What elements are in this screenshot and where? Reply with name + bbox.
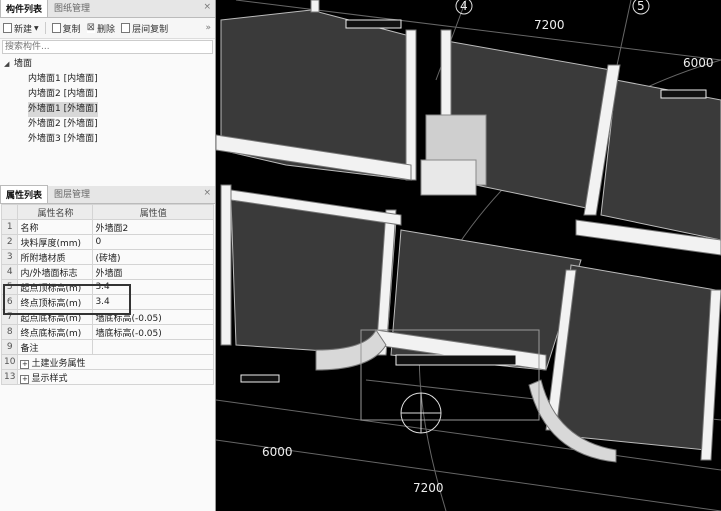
floor-plan-drawing: 4 5 7200 6000 6000 7200 <box>216 0 721 511</box>
component-toolbar: 新建 ▼ 复制 ⊠ 删除 层间复制 » <box>0 18 215 39</box>
copy-icon <box>51 23 61 33</box>
tab-component-list[interactable]: 构件列表 <box>0 0 49 17</box>
row-number-header <box>0 204 19 220</box>
dimension-label: 6000 <box>262 445 293 459</box>
component-tree: ◢ 墙面 内墙面1 [内墙面] 内墙面2 [内墙面] 外墙面1 [外墙面] 外墙… <box>0 55 215 147</box>
property-value[interactable] <box>92 339 214 355</box>
tree-item[interactable]: 内墙面2 [内墙面] <box>4 87 215 102</box>
property-value-header: 属性值 <box>92 204 214 220</box>
property-row[interactable]: 1 名称 外墙面2 <box>0 219 214 235</box>
property-value[interactable]: 墙底标高(-0.05) <box>92 309 214 325</box>
dimension-label: 6000 <box>683 56 714 70</box>
property-row[interactable]: 6 终点顶标高(m) 3.4 <box>0 294 214 310</box>
tree-item[interactable]: 外墙面3 [外墙面] <box>4 132 215 147</box>
property-value[interactable]: (砖墙) <box>92 249 214 265</box>
copy-button[interactable]: 复制 <box>51 22 81 35</box>
axis-marker-4: 4 <box>455 0 473 15</box>
tab-property-list[interactable]: 属性列表 <box>0 185 49 203</box>
tree-item[interactable]: 外墙面2 [外墙面] <box>4 117 215 132</box>
tab-drawing-management[interactable]: 图纸管理 <box>48 0 96 17</box>
close-icon[interactable]: × <box>203 188 211 198</box>
axis-marker-5: 5 <box>632 0 650 15</box>
property-table: 属性名称 属性值 1 名称 外墙面2 2 块料厚度(mm) 0 3 所附墙材质 (砖墙) 4… <box>0 204 214 385</box>
dropdown-arrow-icon[interactable]: ▼ <box>34 25 39 32</box>
property-panel: 属性列表 图层管理 × 属性名称 属性值 1 名称 外墙面2 2 块料厚度(mm) 0 … <box>0 184 215 385</box>
3d-viewport[interactable]: 4 5 7200 6000 6000 7200 <box>216 0 721 511</box>
left-panel: 构件列表 图纸管理 × 新建 ▼ 复制 ⊠ 删除 层间复制 » ◢ 墙面 内墙面… <box>0 0 216 511</box>
property-value[interactable]: 3.4 <box>92 279 214 295</box>
property-name-header: 属性名称 <box>17 204 94 220</box>
property-row[interactable]: 4 内/外墙面标志 外墙面 <box>0 264 214 280</box>
property-group-row[interactable]: 13 + 显示样式 <box>0 369 214 385</box>
delete-icon: ⊠ <box>86 22 96 33</box>
expand-icon[interactable]: + <box>20 359 30 369</box>
new-file-icon <box>3 23 12 33</box>
component-panel-tabs: 构件列表 图纸管理 × <box>0 0 215 18</box>
property-value[interactable]: 墙底标高(-0.05) <box>92 324 214 340</box>
floor-copy-icon <box>121 23 131 33</box>
property-header-row: 属性名称 属性值 <box>0 204 214 220</box>
property-row[interactable]: 3 所附墙材质 (砖墙) <box>0 249 214 265</box>
delete-button[interactable]: ⊠ 删除 <box>86 22 115 35</box>
property-row[interactable]: 8 终点底标高(m) 墙底标高(-0.05) <box>0 324 214 340</box>
new-button[interactable]: 新建 ▼ <box>3 22 39 35</box>
svg-text:4: 4 <box>460 0 468 13</box>
property-value[interactable]: 外墙面 <box>92 264 214 280</box>
property-value[interactable]: 0 <box>92 234 214 250</box>
column-block <box>420 114 487 196</box>
property-row[interactable]: 5 起点顶标高(m) 3.4 <box>0 279 214 295</box>
property-row[interactable]: 7 起点底标高(m) 墙底标高(-0.05) <box>0 309 214 325</box>
property-panel-tabs: 属性列表 图层管理 × <box>0 184 215 204</box>
search-input[interactable] <box>2 40 213 54</box>
tree-root[interactable]: ◢ 墙面 <box>4 57 215 72</box>
property-row[interactable]: 9 备注 <box>0 339 214 355</box>
toolbar-divider <box>44 22 46 34</box>
tab-layer-management[interactable]: 图层管理 <box>48 184 96 203</box>
expand-icon[interactable]: + <box>20 374 30 384</box>
close-icon[interactable]: × <box>203 2 211 12</box>
property-value[interactable]: 外墙面2 <box>92 219 214 235</box>
property-row[interactable]: 2 块料厚度(mm) 0 <box>0 234 214 250</box>
dimension-label: 7200 <box>534 18 565 32</box>
svg-text:5: 5 <box>637 0 645 13</box>
property-group-row[interactable]: 10 + 土建业务属性 <box>0 354 214 370</box>
floor-copy-button[interactable]: 层间复制 <box>121 22 168 35</box>
collapse-icon[interactable]: ◢ <box>4 57 14 72</box>
dimension-label: 7200 <box>413 481 444 495</box>
tree-item-selected[interactable]: 外墙面1 [外墙面] <box>4 102 215 117</box>
more-icon[interactable]: » <box>205 23 211 33</box>
property-value[interactable]: 3.4 <box>92 294 214 310</box>
tree-item[interactable]: 内墙面1 [内墙面] <box>4 72 215 87</box>
